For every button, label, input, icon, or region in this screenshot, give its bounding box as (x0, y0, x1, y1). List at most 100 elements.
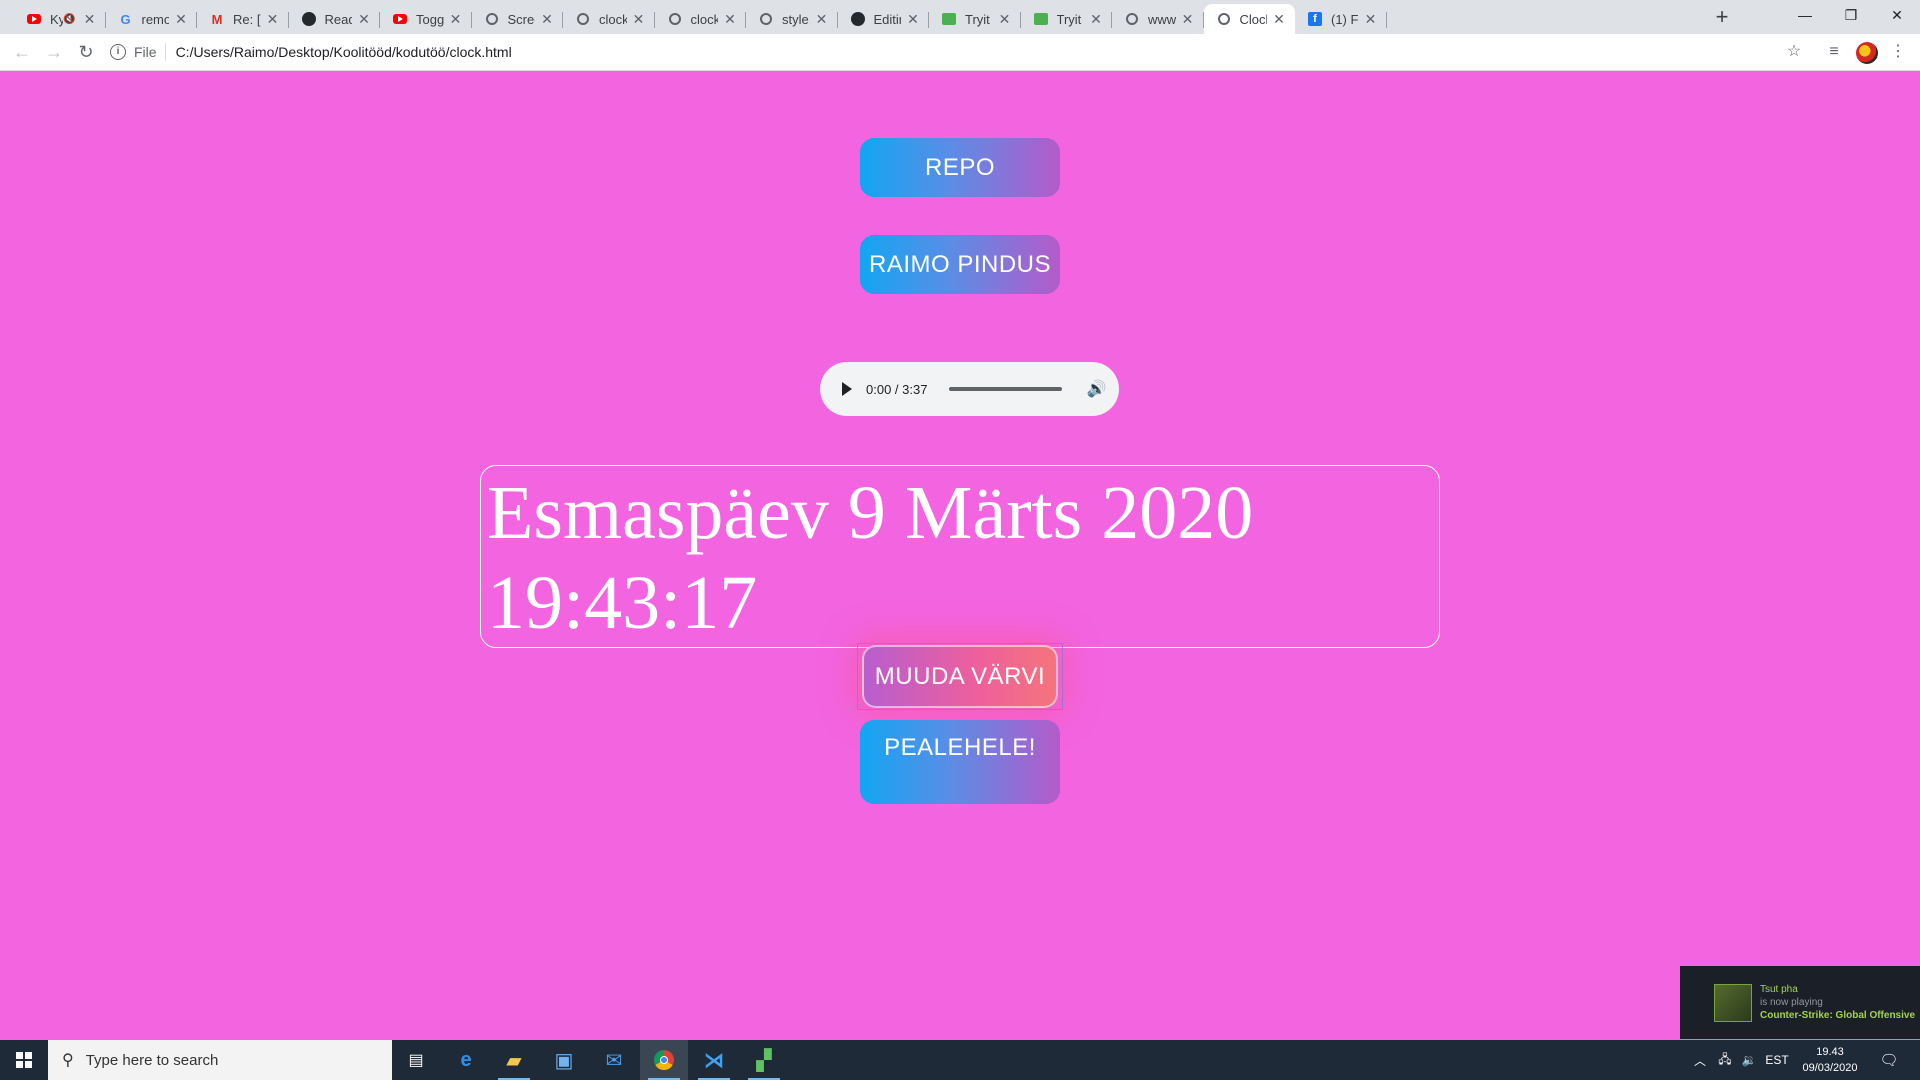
tab-title: (1) Faceb (1331, 11, 1359, 27)
taskbar-time: 19.43 (1816, 1046, 1844, 1058)
windows-logo-icon (16, 1052, 32, 1068)
close-tab-icon[interactable]: ✕ (1363, 11, 1379, 27)
browser-tab[interactable]: Clock✕ (1203, 4, 1295, 34)
browser-tab[interactable]: M Re: [eesr✕ (197, 4, 289, 34)
volume-tray-icon[interactable]: 🔉 (1738, 1040, 1760, 1080)
globe-icon (1124, 11, 1140, 27)
tab-title: Toggle B (416, 11, 444, 27)
clock-time: 19:43:17 (487, 561, 758, 645)
address-url[interactable]: C:/Users/Raimo/Desktop/Koolitööd/kodutöö… (176, 44, 512, 60)
reload-icon[interactable]: ↻ (74, 40, 98, 64)
close-window-button[interactable]: ✕ (1874, 0, 1920, 30)
tab-title: Kygo (50, 11, 64, 27)
mail-icon[interactable]: ✉ (590, 1040, 638, 1080)
media-controls-icon[interactable]: ≡ (1822, 40, 1846, 64)
windows-taskbar: ⚲ Type here to search ▤ e ▰ ▣ ✉ ⋊ ▞ ︿ 🖧 … (0, 1040, 1920, 1080)
back-arrow-icon[interactable]: ← (10, 40, 34, 64)
steam-notification[interactable]: Tsut pha is now playing Counter-Strike: … (1680, 966, 1920, 1039)
close-tab-icon[interactable]: ✕ (82, 11, 98, 27)
volume-icon[interactable]: 🔊 (1086, 379, 1106, 399)
browser-tab[interactable]: f (1) Faceb✕ (1295, 4, 1387, 34)
scheme-label: File (134, 44, 157, 60)
language-indicator[interactable]: EST (1762, 1040, 1792, 1080)
taskbar-date: 09/03/2020 (1802, 1062, 1858, 1074)
page-content: REPO RAIMO PINDUS 0:00 / 3:37 🔊 Esmaspäe… (0, 72, 1920, 1040)
browser-toolbar: ← → ↻ i File C:/Users/Raimo/Desktop/Kool… (0, 34, 1920, 71)
browser-tab[interactable]: www.gre✕ (1112, 4, 1204, 34)
friend-game: Counter-Strike: Global Offensive (1760, 1010, 1916, 1021)
forward-arrow-icon[interactable]: → (42, 40, 66, 64)
close-tab-icon[interactable]: ✕ (448, 11, 464, 27)
muted-audio-icon[interactable]: 🔇 (63, 14, 75, 25)
profile-avatar[interactable] (1856, 42, 1878, 64)
browser-tab[interactable]: Tryit Edit✕ (1021, 4, 1112, 34)
home-button[interactable]: PEALEHELE! (860, 720, 1060, 804)
browser-tab[interactable]: style.css✕ (746, 4, 838, 34)
repo-button[interactable]: REPO (860, 138, 1060, 197)
browser-tab[interactable]: Editing 1✕ (838, 4, 929, 34)
youtube-icon (26, 11, 42, 27)
browser-tab[interactable]: Readme✕ (289, 4, 380, 34)
close-tab-icon[interactable]: ✕ (997, 11, 1013, 27)
new-tab-button[interactable]: + (1708, 4, 1736, 32)
tab-title: Tryit Edit (965, 11, 993, 27)
start-button[interactable] (0, 1040, 48, 1080)
taskbar-clock[interactable]: 19.43 09/03/2020 (1790, 1044, 1870, 1076)
tray-expand-icon[interactable]: ︿ (1690, 1040, 1710, 1080)
edge-icon[interactable]: e (442, 1040, 490, 1080)
site-info-icon[interactable]: i (110, 44, 126, 60)
tab-title: Re: [eesr (233, 11, 261, 27)
close-tab-icon[interactable]: ✕ (539, 11, 555, 27)
audio-player[interactable]: 0:00 / 3:37 🔊 (820, 362, 1119, 416)
browser-tab[interactable]: Screensa✕ (472, 4, 563, 34)
vscode-icon[interactable]: ⋊ (690, 1040, 738, 1080)
menu-dots-icon[interactable]: ⋮ (1886, 40, 1910, 64)
tab-title: Tryit Edit (1056, 11, 1085, 27)
change-color-button[interactable]: MUUDA VÄRVI (862, 645, 1058, 708)
close-tab-icon[interactable]: ✕ (173, 11, 189, 27)
store-icon[interactable]: ▣ (540, 1040, 588, 1080)
author-button[interactable]: RAIMO PINDUS (860, 235, 1060, 294)
friend-status: is now playing (1760, 997, 1823, 1008)
clock-display: Esmaspäev 9 Märts 2020 19:43:17 (480, 465, 1440, 648)
friend-name: Tsut pha (1760, 984, 1798, 995)
tab-title: Editing 1 (873, 11, 902, 27)
clock-date: Esmaspäev 9 Märts 2020 (487, 471, 1254, 555)
browser-tab[interactable]: Gremove l✕ (106, 4, 197, 34)
play-icon[interactable] (842, 382, 852, 396)
close-tab-icon[interactable]: ✕ (1271, 11, 1287, 27)
restore-window-button[interactable]: ❐ (1828, 0, 1874, 30)
tab-title: remove l (141, 11, 170, 27)
tab-separator (1385, 12, 1387, 28)
network-icon[interactable]: 🖧 (1714, 1040, 1736, 1080)
google-icon: G (120, 11, 131, 27)
file-explorer-icon[interactable]: ▰ (490, 1040, 538, 1080)
close-tab-icon[interactable]: ✕ (814, 11, 830, 27)
close-tab-icon[interactable]: ✕ (1088, 11, 1104, 27)
close-tab-icon[interactable]: ✕ (722, 11, 738, 27)
browser-tab[interactable]: clock.htm✕ (563, 4, 655, 34)
browser-tab[interactable]: Toggle B✕ (380, 4, 472, 34)
task-view-icon[interactable]: ▤ (392, 1040, 440, 1080)
browser-tab[interactable]: clock.js✕ (655, 4, 746, 34)
close-tab-icon[interactable]: ✕ (631, 11, 647, 27)
minimize-window-button[interactable]: — (1782, 0, 1828, 30)
globe-icon (484, 11, 500, 27)
app-launcher-icon[interactable]: ▞ (740, 1040, 788, 1080)
close-tab-icon[interactable]: ✕ (356, 11, 372, 27)
taskbar-search[interactable]: ⚲ Type here to search (48, 1040, 392, 1080)
bookmark-star-icon[interactable]: ☆ (1782, 40, 1806, 64)
browser-tab[interactable]: Kygo🔇 ✕ (14, 4, 106, 34)
close-tab-icon[interactable]: ✕ (905, 11, 921, 27)
action-center-icon[interactable]: 🗨 (1872, 1040, 1906, 1080)
w3schools-icon (1033, 11, 1049, 27)
close-tab-icon[interactable]: ✕ (1180, 11, 1196, 27)
browser-tab[interactable]: Tryit Edit✕ (929, 4, 1021, 34)
globe-icon (575, 11, 591, 27)
tab-title: Readme (324, 11, 353, 27)
chrome-icon[interactable] (640, 1040, 688, 1080)
w3schools-icon (941, 11, 957, 27)
audio-seek-slider[interactable] (949, 387, 1063, 391)
close-tab-icon[interactable]: ✕ (265, 11, 281, 27)
address-bar[interactable]: i File C:/Users/Raimo/Desktop/Koolitööd/… (110, 37, 1780, 67)
